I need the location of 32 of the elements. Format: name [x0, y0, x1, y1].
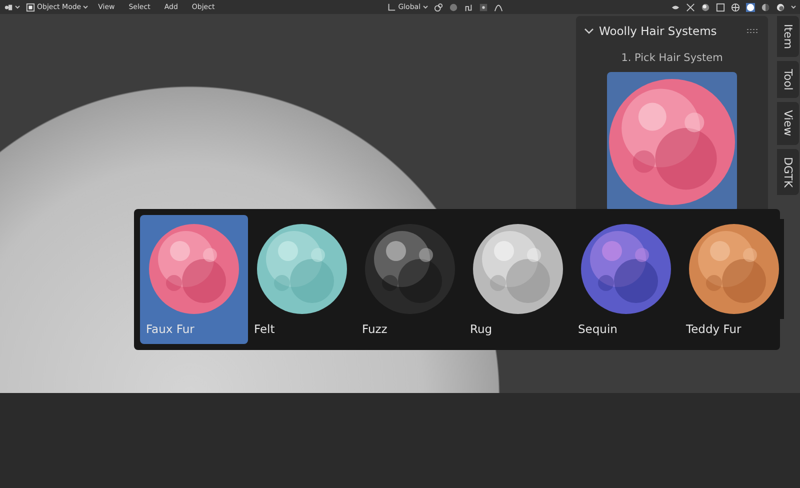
material-shading-icon[interactable] [761, 2, 770, 12]
wireframe-shading-icon[interactable] [731, 2, 740, 12]
sidebar-tab[interactable]: DGTK [777, 148, 799, 196]
caret-icon [791, 5, 796, 9]
object-mode-icon [26, 2, 35, 12]
editor-type-button[interactable] [4, 2, 20, 12]
falloff-icon[interactable] [494, 2, 503, 12]
preset-item[interactable]: Rug [464, 215, 572, 344]
axes-icon [387, 2, 396, 12]
editor-type-icon [4, 2, 13, 12]
caret-icon [422, 5, 428, 9]
sidebar-tab[interactable]: View [777, 102, 799, 145]
proportional-icon[interactable] [478, 2, 488, 12]
preset-item[interactable]: Sequin [572, 215, 680, 344]
rendered-shading-icon[interactable] [776, 2, 785, 12]
caret-icon [15, 5, 20, 9]
preset-item[interactable]: Faux Fur [140, 215, 248, 344]
preset-item[interactable]: Felt [248, 215, 356, 344]
magnet-icon[interactable] [464, 2, 473, 12]
overlay-icon[interactable] [701, 2, 710, 12]
step-label: 1. Pick Hair System [621, 52, 723, 64]
caret-icon [83, 5, 88, 9]
xray-icon[interactable] [716, 2, 725, 12]
preset-item[interactable]: Teddy Fur [680, 215, 788, 344]
chevron-icon[interactable] [584, 27, 594, 35]
drag-handle-icon[interactable] [746, 28, 760, 34]
pivot-icon[interactable] [434, 2, 443, 12]
sidebar-tab[interactable]: Item [777, 16, 799, 58]
sidebar-tab[interactable]: Tool [777, 61, 799, 98]
preset-item[interactable]: Fuzz [356, 215, 464, 344]
panel-title: Woolly Hair Systems [599, 24, 718, 38]
solid-shading-icon[interactable] [746, 2, 755, 12]
